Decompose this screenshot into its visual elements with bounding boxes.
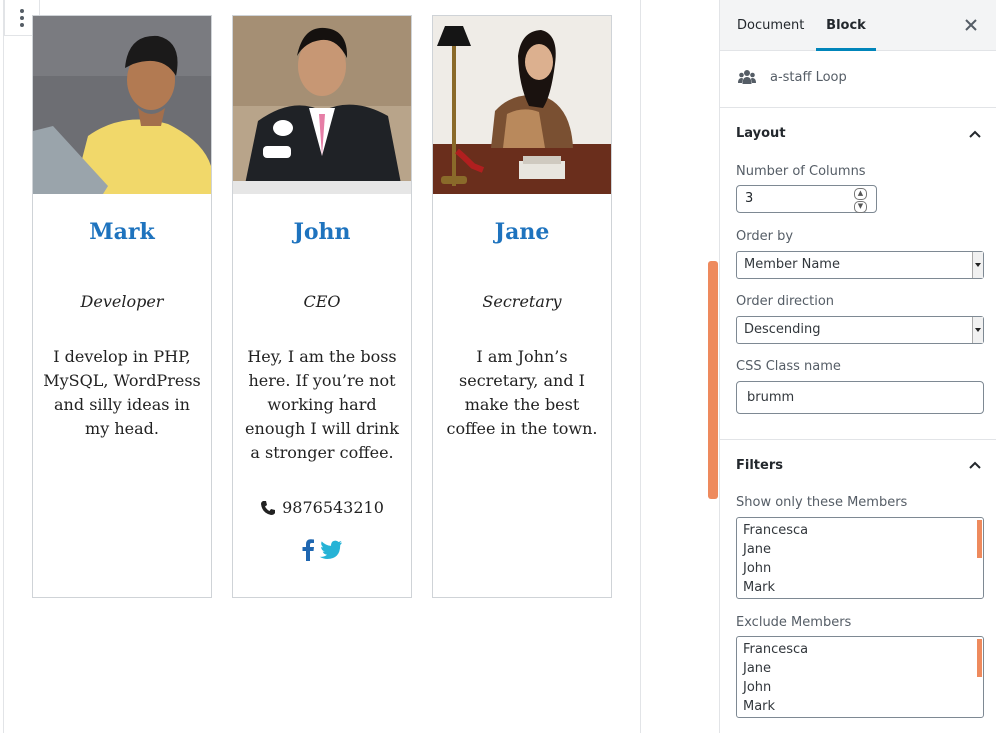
tab-block[interactable]: Block [816,0,876,51]
settings-sidebar: Document Block a-staff Loop Layout Numbe… [719,0,996,733]
listbox-scrollbar[interactable] [977,520,982,558]
twitter-icon[interactable] [319,539,343,561]
list-option[interactable]: Jane [737,540,983,559]
staff-card-john[interactable]: John CEO Hey, I am the boss here. If you… [232,15,412,598]
chevron-up-icon[interactable] [968,460,982,470]
sidebar-header: Document Block [720,0,996,51]
css-class-input[interactable]: brumm [736,381,984,414]
users-icon [738,70,756,84]
css-class-label: CSS Class name [736,359,841,374]
tab-document[interactable]: Document [737,0,804,51]
order-direction-select[interactable]: Descending [736,316,984,344]
panel-divider [720,439,996,440]
order-by-value: Member Name [744,257,840,272]
order-direction-value: Descending [744,322,821,337]
layout-panel-title[interactable]: Layout [736,126,786,141]
staff-card-mark[interactable]: Mark Developer I develop in PHP, MySQL, … [32,15,212,598]
columns-stepper[interactable]: ▲ ▼ [854,188,867,213]
staff-photo-john [233,16,411,194]
block-card: a-staff Loop [720,51,996,108]
list-option[interactable]: John [737,678,983,697]
block-name: a-staff Loop [770,70,847,85]
staff-role: Developer [80,292,164,311]
canvas-border [3,0,4,733]
staff-phone: 9876543210 [233,498,411,517]
staff-card-jane[interactable]: Jane Secretary I am John’s secretary, an… [432,15,612,598]
staff-name[interactable]: Jane [433,219,611,245]
stepper-down-icon[interactable]: ▼ [854,201,867,213]
exclude-members-label: Exclude Members [736,615,852,630]
columns-value: 3 [745,191,754,206]
dropdown-arrow-icon [972,252,983,278]
columns-input[interactable]: 3 ▲ ▼ [736,185,877,213]
staff-role: CEO [303,292,341,311]
list-option[interactable]: Francesca [737,640,983,659]
list-option[interactable]: Mark [737,697,983,716]
more-vertical-icon [20,8,24,13]
social-links [233,539,411,561]
list-option[interactable]: Francesca [737,521,983,540]
exclude-members-listbox[interactable]: Francesca Jane John Mark [736,636,984,718]
staff-bio: I develop in PHP, MySQL, WordPress and s… [43,347,201,438]
canvas-scrollbar[interactable] [708,261,718,499]
staff-bio: I am John’s secretary, and I make the be… [446,347,598,438]
chevron-up-icon[interactable] [968,129,982,139]
order-direction-label: Order direction [736,294,835,309]
canvas-border [640,0,641,733]
show-members-listbox[interactable]: Francesca Jane John Mark [736,517,984,599]
facebook-icon[interactable] [301,539,315,561]
staff-photo-jane [433,16,611,194]
columns-label: Number of Columns [736,164,866,179]
phone-number[interactable]: 9876543210 [282,498,384,517]
staff-photo-mark [33,16,211,194]
phone-icon [261,500,276,515]
staff-bio: Hey, I am the boss here. If you’re not w… [245,347,399,462]
staff-name[interactable]: Mark [33,219,211,245]
staff-role: Secretary [482,292,562,311]
listbox-scrollbar[interactable] [977,639,982,677]
list-option[interactable]: Jane [737,659,983,678]
dropdown-arrow-icon [972,317,983,343]
editor-canvas: Mark Developer I develop in PHP, MySQL, … [0,0,720,733]
filters-panel-title[interactable]: Filters [736,458,783,473]
list-option[interactable]: Mark [737,578,983,597]
show-members-label: Show only these Members [736,495,908,510]
order-by-select[interactable]: Member Name [736,251,984,279]
list-option[interactable]: John [737,559,983,578]
close-icon[interactable] [960,14,982,36]
stepper-up-icon[interactable]: ▲ [854,188,867,200]
staff-name[interactable]: John [233,219,411,245]
order-by-label: Order by [736,229,794,244]
